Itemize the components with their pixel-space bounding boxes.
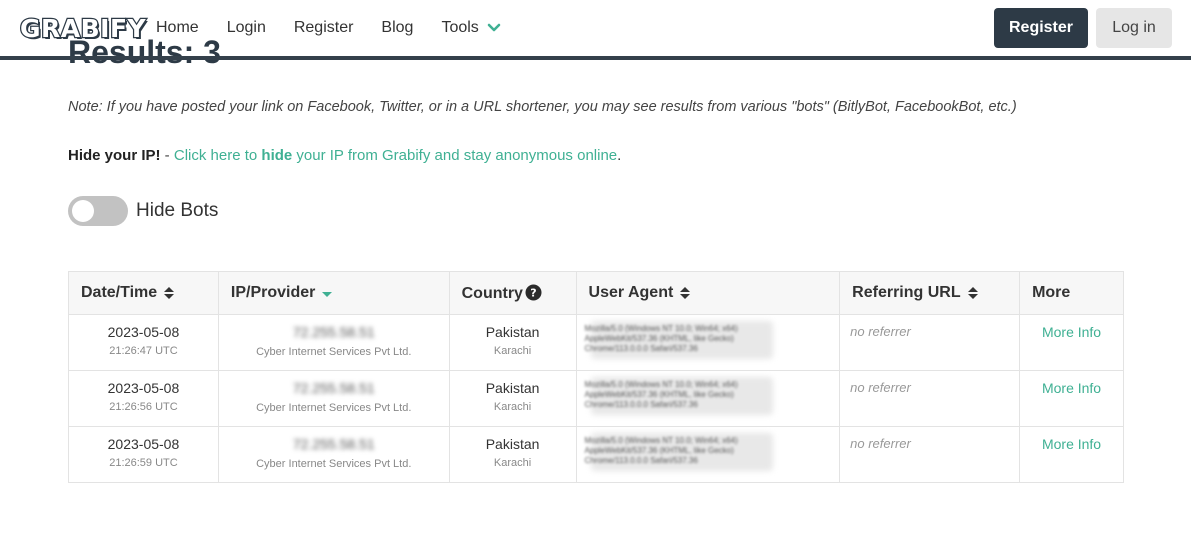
row-ua-line1: Mozilla/5.0 (Windows NT 10.0; Win64; x64… [584,380,738,389]
cell-more: More Info [1019,314,1124,371]
question-circle-icon[interactable]: ? [525,284,542,301]
nav-register[interactable]: Register [294,19,354,37]
cell-country: Pakistan Karachi [448,370,577,427]
row-city: Karachi [493,401,532,413]
navbar-border [0,56,1191,60]
hide-ip-link-bold: hide [261,147,293,164]
hide-bots-label: Hide Bots [136,200,219,221]
col-user-agent-label: User Agent [588,284,674,301]
sort-icon [164,286,175,299]
row-provider: Cyber Internet Services Pvt Ltd. [256,458,412,470]
row-provider: Cyber Internet Services Pvt Ltd. [256,402,412,414]
table-header-row: Date/Time IP/Provider Country? User Agen… [68,271,1124,315]
col-more: More [1019,271,1124,315]
bots-note: Note: If you have posted your link on Fa… [68,99,1017,115]
row-country: Pakistan [485,324,540,340]
cell-ip: 72.255.58.51 Cyber Internet Services Pvt… [217,426,450,483]
row-ip: 72.255.58.51 [292,380,375,396]
cell-datetime: 2023-05-08 21:26:59 UTC [68,426,219,483]
more-info-link[interactable]: More Info [1042,436,1101,452]
more-info-link[interactable]: More Info [1042,324,1101,340]
row-referrer: no referrer [850,380,911,395]
login-button[interactable]: Log in [1096,8,1172,48]
hide-bots-row: Hide Bots [68,196,218,226]
nav-tools[interactable]: Tools [441,19,501,37]
cell-referrer: no referrer [839,370,1021,427]
cell-country: Pakistan Karachi [448,314,577,371]
cell-datetime: 2023-05-08 21:26:56 UTC [68,370,219,427]
row-ua-line3: Chrome/113.0.0.0 Safari/537.36 [584,400,698,409]
row-date: 2023-05-08 [107,436,180,452]
register-button[interactable]: Register [994,8,1088,48]
hide-ip-period: . [617,147,622,164]
row-ua-line2: AppleWebKit/537.36 (KHTML, like Gecko) [584,390,734,399]
row-date: 2023-05-08 [107,380,180,396]
nav-login[interactable]: Login [227,19,266,37]
more-info-link[interactable]: More Info [1042,380,1101,396]
col-country-label: Country [461,284,523,302]
row-ua-line3: Chrome/113.0.0.0 Safari/537.36 [584,456,698,465]
row-city: Karachi [493,345,532,357]
hide-ip-row: Hide your IP! - Click here to hide your … [68,147,621,164]
nav-blog[interactable]: Blog [381,19,413,37]
row-date: 2023-05-08 [107,324,180,340]
cell-referrer: no referrer [839,314,1021,371]
col-ip[interactable]: IP/Provider [217,271,450,315]
row-referrer: no referrer [850,436,911,451]
hide-ip-label: Hide your IP! [68,147,161,164]
row-provider: Cyber Internet Services Pvt Ltd. [256,346,412,358]
cell-ip: 72.255.58.51 Cyber Internet Services Pvt… [217,314,450,371]
row-country: Pakistan [485,436,540,452]
sort-icon [967,286,978,299]
row-ua-line2: AppleWebKit/537.36 (KHTML, like Gecko) [584,446,734,455]
row-ua-line1: Mozilla/5.0 (Windows NT 10.0; Win64; x64… [584,436,738,445]
row-ip: 72.255.58.51 [292,436,375,452]
row-city: Karachi [493,457,532,469]
cell-datetime: 2023-05-08 21:26:47 UTC [68,314,219,371]
cell-user-agent: Mozilla/5.0 (Windows NT 10.0; Win64; x64… [575,370,841,427]
cell-user-agent: Mozilla/5.0 (Windows NT 10.0; Win64; x64… [575,426,841,483]
table-row: 2023-05-08 21:26:56 UTC 72.255.58.51 Cyb… [68,370,1124,427]
row-time: 21:26:56 UTC [109,401,178,413]
row-ua-line2: AppleWebKit/537.36 (KHTML, like Gecko) [584,334,734,343]
table-row: 2023-05-08 21:26:47 UTC 72.255.58.51 Cyb… [68,314,1124,371]
cell-ip: 72.255.58.51 Cyber Internet Services Pvt… [217,370,450,427]
toggle-knob [72,200,94,222]
col-ip-label: IP/Provider [230,284,316,301]
sort-icon [680,286,691,299]
col-country[interactable]: Country? [448,271,577,315]
col-more-label: More [1032,284,1071,301]
col-datetime[interactable]: Date/Time [68,271,219,315]
row-time: 21:26:59 UTC [109,457,178,469]
cell-more: More Info [1019,426,1124,483]
hide-bots-toggle[interactable] [68,196,128,226]
hide-ip-dash: - [160,147,174,164]
col-referrer-label: Referring URL [852,284,961,301]
svg-text:?: ? [530,286,536,299]
col-referrer[interactable]: Referring URL [839,271,1021,315]
cell-referrer: no referrer [839,426,1021,483]
cell-country: Pakistan Karachi [448,426,577,483]
row-time: 21:26:47 UTC [109,345,178,357]
cell-more: More Info [1019,370,1124,427]
row-country: Pakistan [485,380,540,396]
col-datetime-label: Date/Time [81,284,158,301]
hide-ip-link-post: your IP from Grabify and stay anonymous … [292,147,618,164]
sort-desc-icon [322,291,333,297]
table-row: 2023-05-08 21:26:59 UTC 72.255.58.51 Cyb… [68,426,1124,483]
cell-user-agent: Mozilla/5.0 (Windows NT 10.0; Win64; x64… [575,314,841,371]
results-table: Date/Time IP/Provider Country? User Agen… [68,271,1124,483]
chevron-down-icon [487,23,501,32]
row-referrer: no referrer [850,324,911,339]
row-ip: 72.255.58.51 [292,324,375,340]
col-user-agent[interactable]: User Agent [575,271,841,315]
hide-ip-link[interactable]: Click here to hide your IP from Grabify … [174,147,617,164]
row-ua-line3: Chrome/113.0.0.0 Safari/537.36 [584,344,698,353]
row-ua-line1: Mozilla/5.0 (Windows NT 10.0; Win64; x64… [584,324,738,333]
results-heading: Results: 3 [68,34,221,70]
nav-tools-label: Tools [441,19,479,36]
hide-ip-link-pre: Click here to [173,147,262,164]
